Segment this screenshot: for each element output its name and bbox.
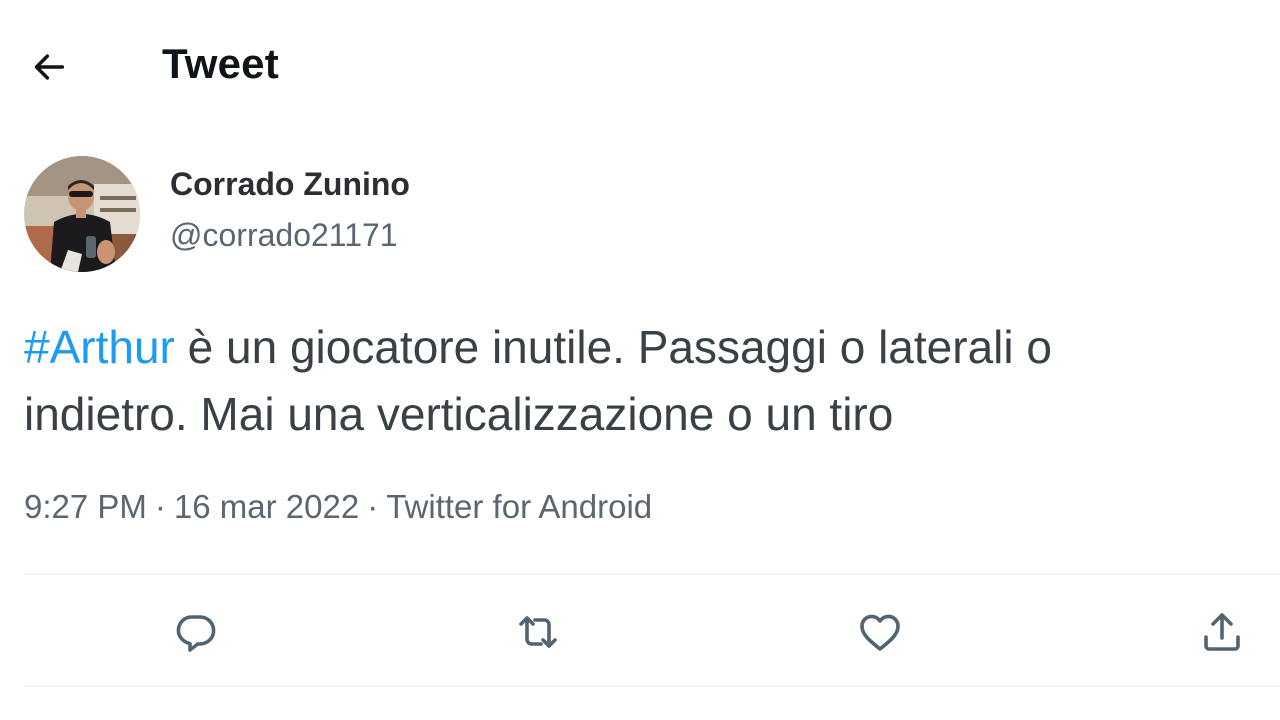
tweet-header: Tweet [0,0,1280,130]
like-button[interactable] [852,604,908,660]
hashtag-link[interactable]: #Arthur [24,321,175,373]
retweet-icon [519,616,557,648]
meta-separator: · [154,488,166,525]
share-icon [1204,613,1240,651]
reply-icon [176,615,216,652]
retweet-button[interactable] [510,604,566,660]
avatar[interactable] [24,156,140,272]
tweet-source[interactable]: Twitter for Android [386,488,652,525]
tweet-date[interactable]: 16 mar 2022 [174,488,359,525]
tweet-text-part-1: è un giocatore inutile. Passaggi o later… [174,321,1052,373]
share-button[interactable] [1194,604,1250,660]
tweet-text: #Arthur è un giocatore inutile. Passaggi… [24,314,1280,448]
tweet-text-line-2: indietro. Mai una verticalizzazione o un… [24,388,894,440]
author-name[interactable]: Corrado Zunino [170,166,410,203]
tweet-meta: 9:27 PM · 16 mar 2022 · Twitter for Android [24,488,652,526]
tweet-text-line-1: #Arthur è un giocatore inutile. Passaggi… [24,314,1280,381]
arrow-left-icon [34,54,65,80]
meta-separator: · [367,488,379,525]
tweet-time[interactable]: 9:27 PM [24,488,147,525]
divider-bottom [24,686,1280,687]
author-handle[interactable]: @corrado21171 [170,217,398,254]
divider-top [24,574,1280,575]
heart-icon [860,614,900,651]
reply-button[interactable] [168,604,224,660]
back-button[interactable] [24,42,74,92]
page-title: Tweet [162,40,279,87]
user-avatar-photo [24,156,140,272]
